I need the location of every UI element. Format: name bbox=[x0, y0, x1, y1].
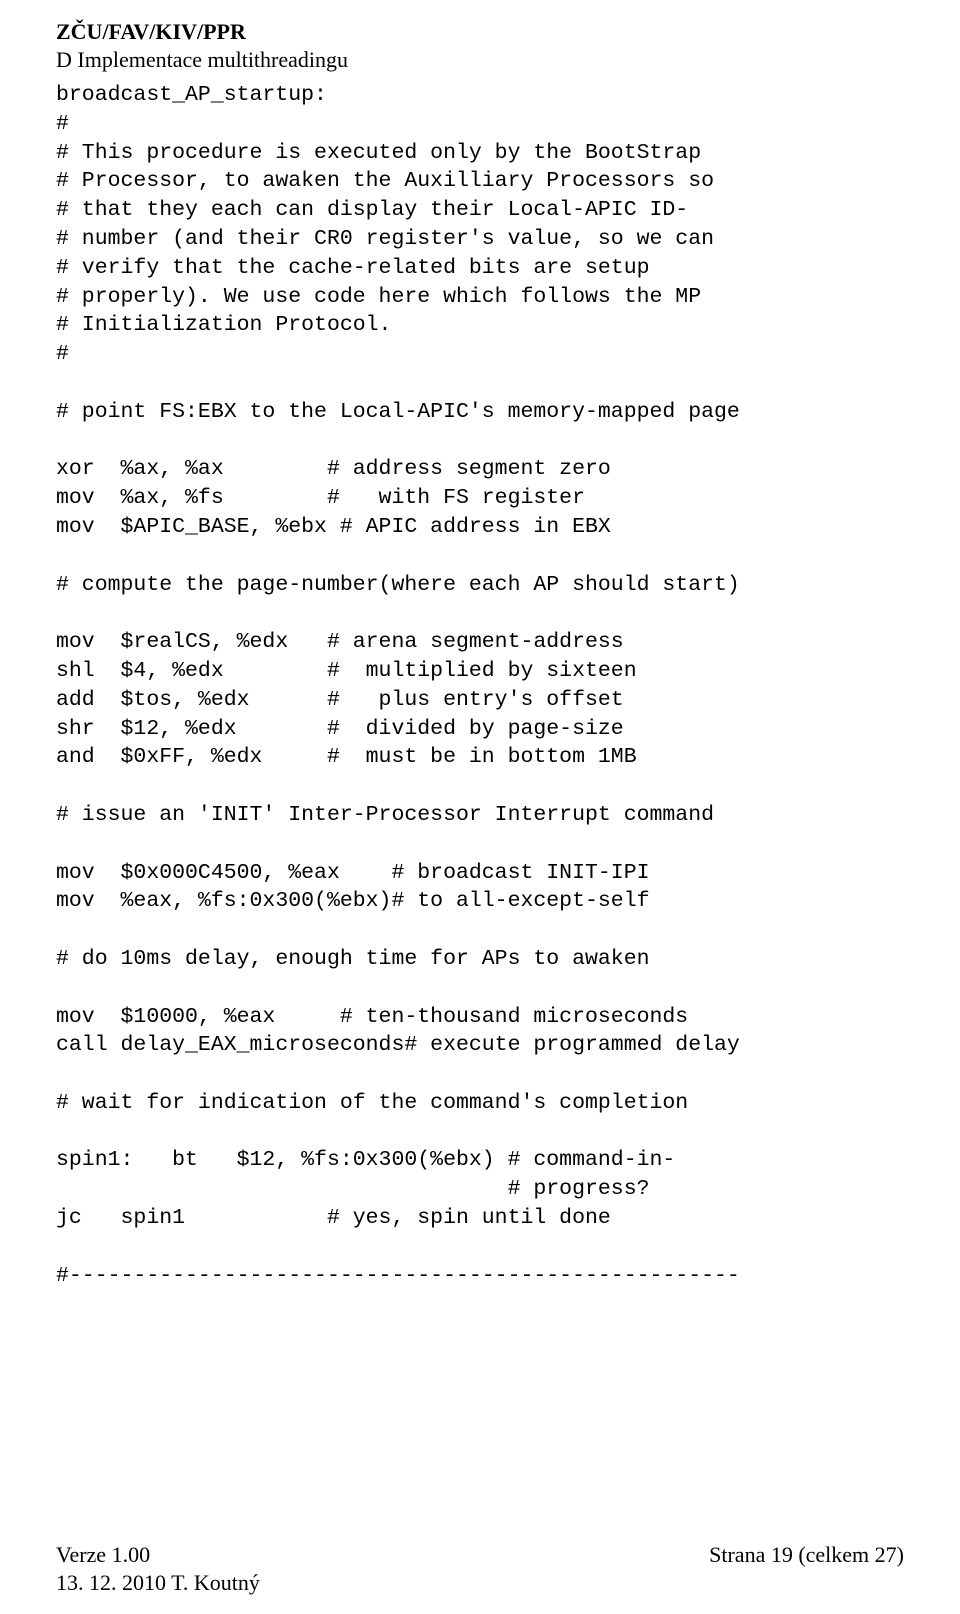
page: ZČU/FAV/KIV/PPR D Implementace multithre… bbox=[0, 0, 960, 1614]
footer-page-number: Strana 19 (celkem 27) bbox=[709, 1541, 904, 1569]
code-block: broadcast_AP_startup: # # This procedure… bbox=[56, 81, 904, 1290]
footer-left: Verze 1.00 13. 12. 2010 T. Koutný bbox=[56, 1541, 260, 1596]
header-line-2: D Implementace multithreadingu bbox=[56, 46, 904, 74]
header-line-1: ZČU/FAV/KIV/PPR bbox=[56, 18, 904, 46]
footer-right: Strana 19 (celkem 27) bbox=[709, 1541, 904, 1596]
footer-date-author: 13. 12. 2010 T. Koutný bbox=[56, 1569, 260, 1597]
page-header: ZČU/FAV/KIV/PPR D Implementace multithre… bbox=[56, 18, 904, 73]
footer-version: Verze 1.00 bbox=[56, 1541, 260, 1569]
page-footer: Verze 1.00 13. 12. 2010 T. Koutný Strana… bbox=[56, 1541, 904, 1596]
